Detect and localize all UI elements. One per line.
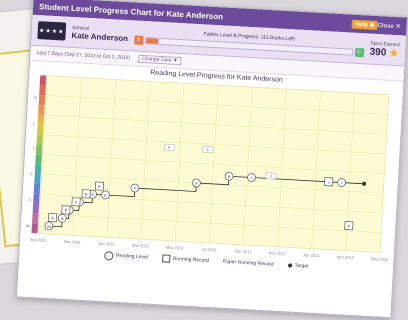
level-color-segment bbox=[32, 213, 39, 224]
level-color-segment bbox=[36, 134, 43, 145]
current-level-badge: B bbox=[133, 34, 144, 45]
x-tick-label: Mar 2013 bbox=[337, 254, 355, 260]
help-button[interactable]: Help ⊕ bbox=[351, 19, 378, 30]
x-tick-label: Nov 2011 bbox=[64, 239, 82, 245]
level-color-segment bbox=[38, 95, 46, 106]
reading-level-point-label: aa bbox=[47, 224, 51, 228]
level-color-segment bbox=[32, 203, 40, 214]
x-tick-label: Sep 2012 bbox=[234, 248, 252, 254]
x-tick-label: Jan 2012 bbox=[98, 241, 115, 247]
legend-running-record-label: Running Record bbox=[172, 255, 210, 264]
level-color-segment bbox=[39, 85, 46, 96]
legend-paper-record: Paper Running Record bbox=[223, 259, 274, 268]
y-tick-label: aa bbox=[25, 223, 30, 228]
level-color-segment bbox=[39, 75, 47, 86]
legend-reading-level: Reading Level bbox=[103, 250, 148, 262]
level-color-segment bbox=[34, 173, 41, 185]
level-color-segment bbox=[34, 164, 42, 175]
student-name: Kate Anderson bbox=[71, 30, 129, 43]
level-color-segment bbox=[36, 124, 44, 135]
stars-earned: Stars Earned 390 ★ bbox=[369, 40, 400, 61]
legend-circle-icon bbox=[103, 250, 114, 261]
next-level-badge: C bbox=[354, 47, 364, 57]
x-tick-label: Mar 2012 bbox=[132, 243, 150, 249]
date-range-text: Last 7 Days (Sep 27, 2012 to Oct 3, 2012… bbox=[36, 50, 131, 62]
level-progress-fill bbox=[145, 37, 159, 44]
x-tick-label: Nov 2012 bbox=[268, 250, 286, 256]
reading-level-point-label: F bbox=[134, 187, 136, 191]
star-icon: ★ bbox=[387, 45, 400, 61]
legend-running-record: Running Record bbox=[161, 254, 210, 265]
reading-level-point-label: G bbox=[195, 181, 198, 185]
y-tick-label: L bbox=[33, 121, 36, 126]
close-button[interactable]: Close ✕ bbox=[377, 22, 400, 30]
stars-row: 390 ★ bbox=[369, 45, 400, 61]
student-name-block: Admiral Kate Anderson bbox=[71, 24, 128, 42]
level-color-segment bbox=[31, 223, 39, 234]
y-tick-label: I bbox=[33, 146, 34, 151]
progress-chart-window: Student Level Progress Chart for Kate An… bbox=[15, 0, 408, 319]
y-tick-label: O bbox=[34, 95, 37, 100]
x-tick-label: Sep 2011 bbox=[30, 237, 48, 243]
chart-area: Reading Level Progress for Kate Anderson… bbox=[19, 61, 404, 282]
x-tick-label: May 2012 bbox=[166, 245, 185, 251]
level-color-segment bbox=[38, 104, 45, 116]
x-tick-label: May 2013 bbox=[371, 256, 390, 262]
level-color-segment bbox=[33, 193, 40, 204]
legend-square-icon bbox=[161, 254, 170, 263]
level-color-segment bbox=[35, 144, 43, 155]
y-tick-label: C bbox=[28, 197, 31, 202]
x-tick-label: Jul 2012 bbox=[201, 247, 217, 253]
legend-target-label: Target bbox=[294, 262, 309, 270]
legend-target: Target bbox=[287, 262, 309, 270]
change-date-dropdown[interactable]: Change Date ▼ bbox=[137, 54, 183, 66]
level-color-segment bbox=[35, 154, 42, 165]
x-tick-label: Jan 2013 bbox=[303, 252, 320, 258]
level-progress: Fables Level B Progress: 115 Books Left!… bbox=[133, 27, 365, 57]
level-color-segment bbox=[37, 114, 45, 125]
floating-level-tag-label: L bbox=[207, 148, 209, 152]
y-tick-label: F bbox=[30, 172, 33, 177]
level-color-segment bbox=[33, 183, 41, 194]
legend-target-dot-icon bbox=[287, 263, 292, 268]
student-avatar: ★★★★ bbox=[37, 21, 67, 41]
stars-earned-value: 390 bbox=[369, 46, 387, 59]
legend-reading-level-label: Reading Level bbox=[115, 252, 148, 261]
legend-paper-record-label: Paper Running Record bbox=[222, 258, 274, 268]
